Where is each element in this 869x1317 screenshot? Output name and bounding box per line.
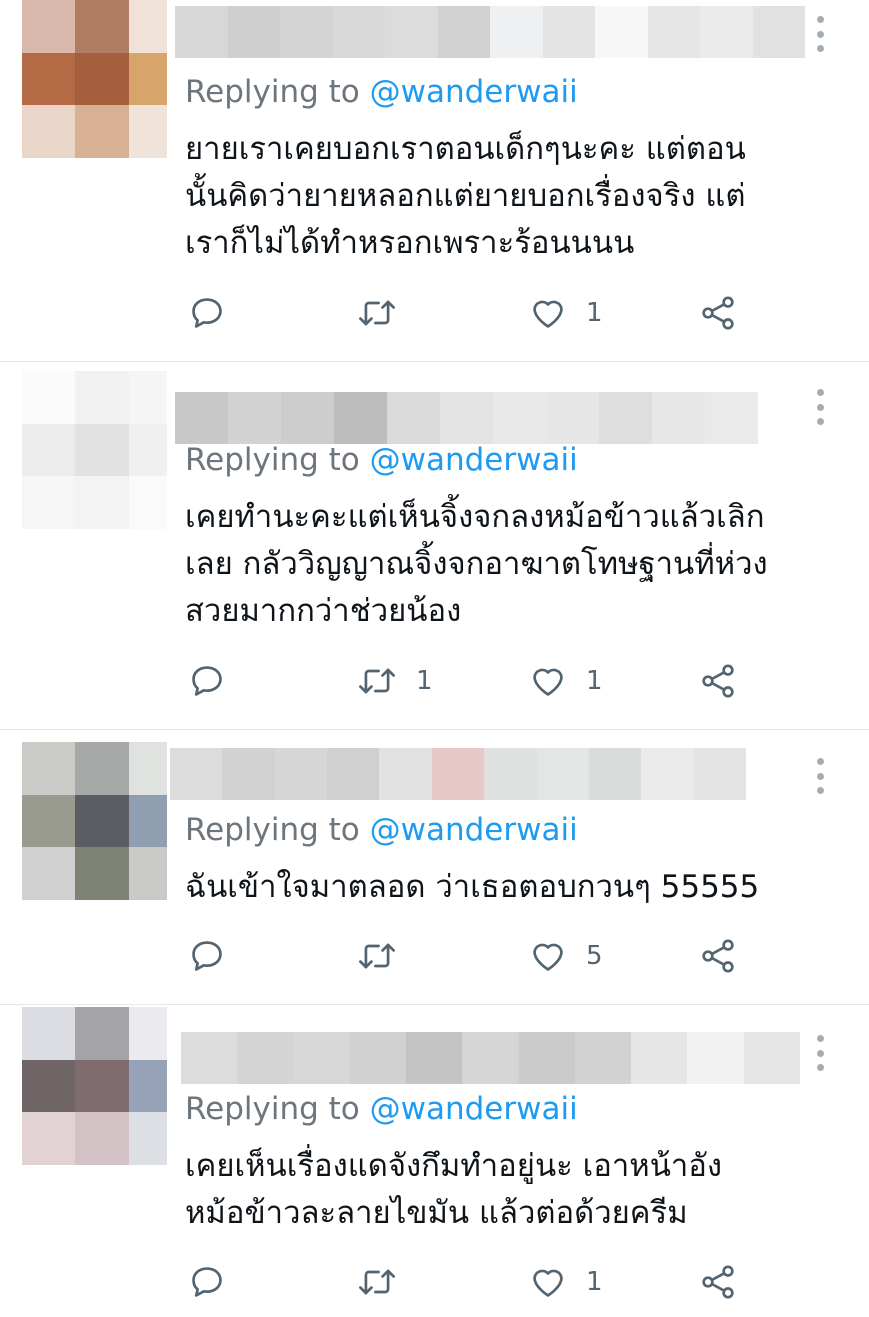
replying-prefix: Replying to xyxy=(185,812,370,848)
retweet-count: 1 xyxy=(416,666,433,696)
share-icon xyxy=(702,296,734,330)
tweet-text: ยายเราเคยบอกเราตอนเด็กๆนะคะ แต่ตอน นั้นค… xyxy=(185,126,845,267)
like-button[interactable]: 1 xyxy=(528,661,603,701)
retweet-icon xyxy=(359,668,395,694)
like-count: 5 xyxy=(586,941,603,971)
reply-button[interactable] xyxy=(188,1262,226,1302)
reply-handle-link[interactable]: @wanderwaii xyxy=(370,442,578,478)
retweet-icon xyxy=(359,300,395,326)
tweet-text-line: นั้นคิดว่ายายหลอกแต่ยายบอกเรื่องจริง แต่ xyxy=(185,178,746,214)
retweet-icon xyxy=(359,1269,395,1295)
tweet-actions: 1 xyxy=(188,293,748,333)
avatar[interactable] xyxy=(22,1007,167,1165)
tweet-text: เคยเห็นเรื่องแดจังกึมทำอยู่นะ เอาหน้าอัง… xyxy=(185,1143,845,1237)
reply-icon xyxy=(192,298,222,328)
tweet-text: ฉันเข้าใจมาตลอด ว่าเธอตอบกวนๆ 55555 xyxy=(185,864,845,911)
avatar[interactable] xyxy=(22,371,167,529)
tweet-2[interactable]: Replying to @wanderwaii เคยทำนะคะแต่เห็น… xyxy=(0,362,869,728)
replying-prefix: Replying to xyxy=(185,442,370,478)
like-count: 1 xyxy=(586,298,603,328)
author-name-redacted[interactable] xyxy=(175,392,758,444)
tweet-text: เคยทำนะคะแต่เห็นจิ้งจกลงหม้อข้าวแล้วเลิก… xyxy=(185,494,845,635)
tweet-text-line: ยายเราเคยบอกเราตอนเด็กๆนะคะ แต่ตอน xyxy=(185,131,746,167)
share-button[interactable] xyxy=(698,936,738,976)
reply-button[interactable] xyxy=(188,293,226,333)
retweet-icon xyxy=(359,943,395,969)
heart-icon xyxy=(533,668,563,696)
like-button[interactable]: 1 xyxy=(528,1262,603,1302)
author-name-redacted[interactable] xyxy=(175,6,805,58)
share-icon xyxy=(702,664,734,698)
tweet-text-line: ฉันเข้าใจมาตลอด ว่าเธอตอบกวนๆ 55555 xyxy=(185,869,760,905)
more-options-icon[interactable] xyxy=(816,389,824,425)
replying-prefix: Replying to xyxy=(185,74,370,110)
like-count: 1 xyxy=(586,1267,603,1297)
retweet-button[interactable]: 1 xyxy=(356,661,433,701)
tweet-text-line: สวยมากกว่าช่วยน้อง xyxy=(185,593,462,629)
tweet-actions: 1 xyxy=(188,1262,748,1302)
share-icon xyxy=(702,1265,734,1299)
reply-icon xyxy=(192,941,222,971)
replying-to: Replying to @wanderwaii xyxy=(185,1089,578,1129)
reply-icon xyxy=(192,666,222,696)
tweet-text-line: หม้อข้าวละลายไขมัน แล้วต่อด้วยครีม xyxy=(185,1195,688,1231)
heart-icon xyxy=(533,943,563,971)
more-options-icon[interactable] xyxy=(816,758,824,794)
author-name-redacted[interactable] xyxy=(181,1032,800,1084)
like-button[interactable]: 1 xyxy=(528,293,603,333)
share-icon xyxy=(702,939,734,973)
more-options-icon[interactable] xyxy=(816,1035,824,1071)
author-name-redacted[interactable] xyxy=(170,748,746,800)
reply-icon xyxy=(192,1267,222,1297)
tweet-actions: 1 1 xyxy=(188,661,748,701)
retweet-button[interactable] xyxy=(356,936,416,976)
replying-to: Replying to @wanderwaii xyxy=(185,810,578,850)
tweet-1[interactable]: Replying to @wanderwaii ยายเราเคยบอกเราต… xyxy=(0,0,869,360)
heart-icon xyxy=(533,300,563,328)
heart-icon xyxy=(533,1269,563,1297)
tweet-3[interactable]: Replying to @wanderwaii ฉันเข้าใจมาตลอด … xyxy=(0,730,869,1003)
share-button[interactable] xyxy=(698,293,738,333)
tweet-text-line: เคยเห็นเรื่องแดจังกึมทำอยู่นะ เอาหน้าอัง xyxy=(185,1148,723,1184)
replying-to: Replying to @wanderwaii xyxy=(185,72,578,112)
reply-button[interactable] xyxy=(188,661,226,701)
retweet-button[interactable] xyxy=(356,293,416,333)
reply-handle-link[interactable]: @wanderwaii xyxy=(370,812,578,848)
replying-to: Replying to @wanderwaii xyxy=(185,440,578,480)
tweet-actions: 5 xyxy=(188,936,748,976)
like-count: 1 xyxy=(586,666,603,696)
share-button[interactable] xyxy=(698,661,738,701)
tweet-text-line: เลย กลัววิญญาณจิ้งจกอาฆาตโทษฐานที่ห่วง xyxy=(185,546,768,582)
tweet-text-line: เราก็ไม่ได้ทำหรอกเพราะร้อนนนน xyxy=(185,225,635,261)
reply-button[interactable] xyxy=(188,936,226,976)
tweet-text-line: เคยทำนะคะแต่เห็นจิ้งจกลงหม้อข้าวแล้วเลิก xyxy=(185,499,765,535)
avatar[interactable] xyxy=(22,0,167,158)
retweet-button[interactable] xyxy=(356,1262,416,1302)
reply-handle-link[interactable]: @wanderwaii xyxy=(370,1091,578,1127)
avatar[interactable] xyxy=(22,742,167,900)
share-button[interactable] xyxy=(698,1262,738,1302)
like-button[interactable]: 5 xyxy=(528,936,603,976)
tweet-4[interactable]: Replying to @wanderwaii เคยเห็นเรื่องแดจ… xyxy=(0,1005,869,1317)
reply-handle-link[interactable]: @wanderwaii xyxy=(370,74,578,110)
replying-prefix: Replying to xyxy=(185,1091,370,1127)
more-options-icon[interactable] xyxy=(816,16,824,52)
